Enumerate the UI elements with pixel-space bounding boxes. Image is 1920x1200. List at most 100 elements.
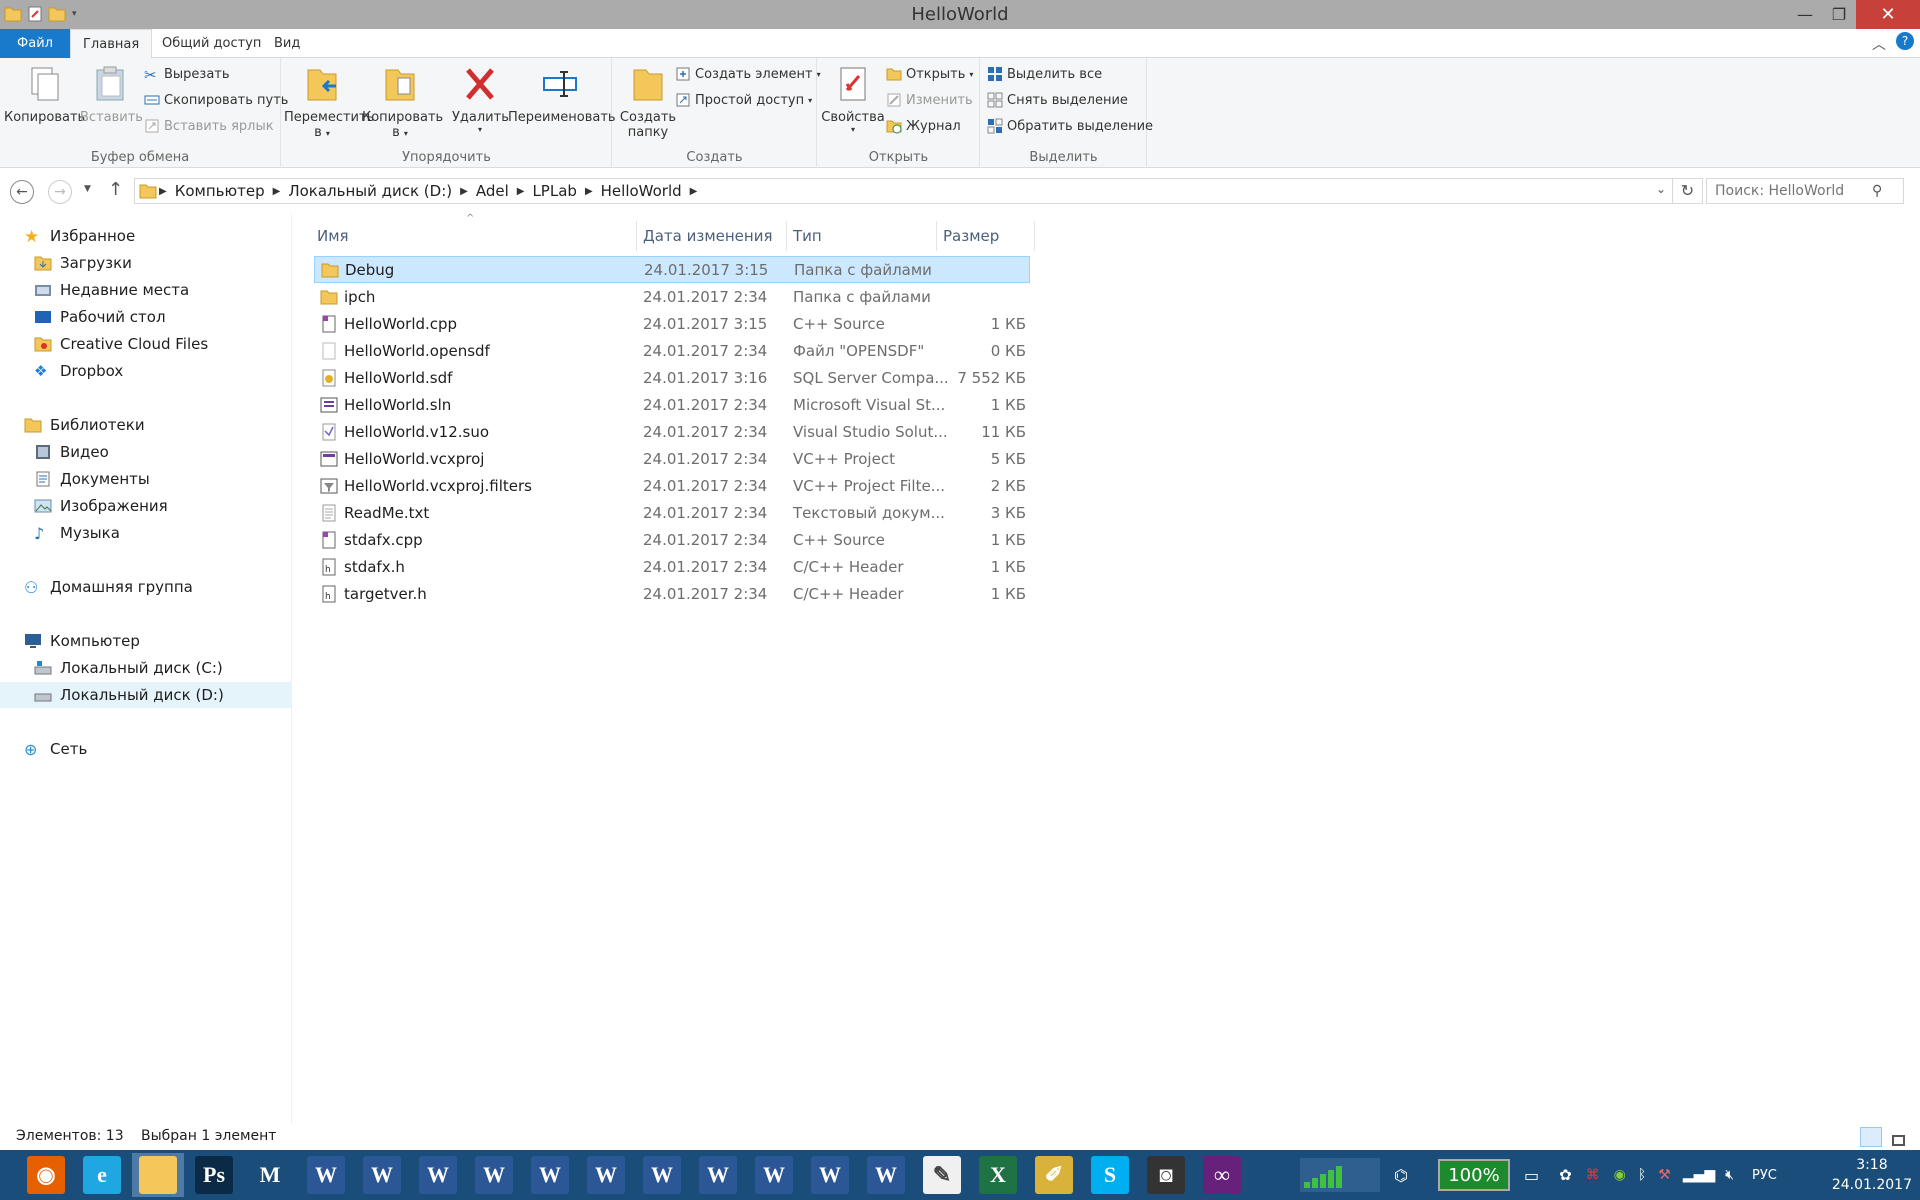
taskbar-app-button[interactable]: W — [804, 1153, 856, 1197]
file-row[interactable]: HelloWorld.cpp 24.01.2017 3:15 C++ Source 1… — [314, 310, 1030, 337]
search-input[interactable] — [1707, 183, 1872, 199]
breadcrumb-separator-icon[interactable]: ▶ — [271, 186, 283, 197]
nav-music[interactable]: ♪ Музыка — [0, 520, 292, 546]
breadcrumb-separator-icon[interactable]: ▶ — [583, 186, 595, 197]
nav-favorites[interactable]: ★ Избранное — [0, 223, 292, 249]
taskbar-app-button[interactable]: e — [76, 1153, 128, 1197]
taskbar-app-button[interactable]: Ps — [188, 1153, 240, 1197]
column-header-size[interactable]: Размер — [943, 219, 1023, 253]
back-button[interactable]: ← — [10, 180, 34, 204]
cut-button[interactable]: ✂ Вырезать — [144, 62, 230, 86]
taskbar-app-button[interactable]: W — [356, 1153, 408, 1197]
taskbar-app-button[interactable]: S — [1084, 1153, 1136, 1197]
invert-selection-button[interactable]: Обратить выделение — [987, 114, 1153, 138]
nav-dropbox[interactable]: ❖ Dropbox — [0, 358, 292, 384]
nav-creative-cloud[interactable]: Creative Cloud Files — [0, 331, 292, 357]
tab-view[interactable]: Вид — [262, 29, 312, 58]
forward-button[interactable]: → — [48, 180, 72, 204]
network-activity-icon[interactable] — [1300, 1158, 1380, 1192]
paste-button[interactable]: Вставить — [80, 60, 143, 125]
tray-app-icon[interactable]: ✿ — [1559, 1166, 1572, 1184]
file-row[interactable]: HelloWorld.vcxproj 24.01.2017 2:34 VC++ Pr… — [314, 445, 1030, 472]
file-row[interactable]: stdafx.cpp 24.01.2017 2:34 C++ Source 1 КБ — [314, 526, 1030, 553]
address-bar[interactable]: ▶ Компьютер ▶ Локальный диск (D:) ▶ Adel… — [134, 178, 1703, 204]
file-row[interactable]: ipch 24.01.2017 2:34 Папка с файлами — [314, 283, 1030, 310]
open-button[interactable]: Открыть ▾ — [886, 62, 973, 86]
signal-icon[interactable]: ▂▄▆ — [1683, 1167, 1715, 1183]
nav-videos[interactable]: Видео — [0, 439, 292, 465]
column-header-date[interactable]: Дата изменения — [643, 219, 783, 253]
wifi-icon[interactable]: ⌬ — [1394, 1166, 1408, 1185]
copy-button[interactable]: Копировать — [4, 60, 85, 125]
maximize-button[interactable]: ❐ — [1822, 0, 1856, 29]
history-button[interactable]: Журнал — [886, 114, 961, 138]
taskbar-app-button[interactable]: W — [636, 1153, 688, 1197]
refresh-button[interactable]: ↻ — [1672, 179, 1702, 203]
copy-to-button[interactable]: Копировать в ▾ — [362, 60, 443, 140]
nav-network[interactable]: ⊕ Сеть — [0, 736, 292, 762]
minimize-button[interactable]: — — [1788, 0, 1822, 29]
clock[interactable]: 3:18 24.01.2017 — [1832, 1155, 1912, 1195]
details-view-button[interactable] — [1860, 1127, 1882, 1147]
nav-downloads[interactable]: Загрузки — [0, 250, 292, 276]
nav-drive-c[interactable]: Локальный диск (C:) — [0, 655, 292, 681]
taskbar-app-button[interactable]: W — [300, 1153, 352, 1197]
new-folder-button[interactable]: Создать папку — [617, 60, 679, 140]
breadcrumb-separator-icon[interactable]: ▶ — [157, 186, 169, 197]
taskbar-app-button[interactable]: W — [412, 1153, 464, 1197]
battery-indicator[interactable]: 100% — [1437, 1159, 1510, 1191]
taskbar-app-button[interactable]: ∞ — [1196, 1153, 1248, 1197]
bluetooth-icon[interactable]: ᛒ — [1638, 1167, 1646, 1183]
taskbar-app-button[interactable] — [132, 1153, 184, 1197]
acrobat-icon[interactable]: ⌘ — [1586, 1167, 1600, 1183]
file-row[interactable]: ReadMe.txt 24.01.2017 2:34 Текстовый докум… — [314, 499, 1030, 526]
taskbar-app-button[interactable]: W — [524, 1153, 576, 1197]
breadcrumb-lplab[interactable]: LPLab — [526, 182, 582, 200]
nav-recent-places[interactable]: Недавние места — [0, 277, 292, 303]
recent-locations-chevron-icon[interactable]: ▼ — [84, 184, 91, 194]
breadcrumb-separator-icon[interactable]: ▶ — [458, 186, 470, 197]
nav-drive-d[interactable]: Локальный диск (D:) — [0, 682, 292, 708]
file-row[interactable]: HelloWorld.opensdf 24.01.2017 2:34 Файл "O… — [314, 337, 1030, 364]
nav-documents[interactable]: Документы — [0, 466, 292, 492]
rename-button[interactable]: Переименовать — [508, 60, 616, 125]
collapse-ribbon-chevron-icon[interactable]: ︿ — [1872, 34, 1886, 54]
tray-tools-icon[interactable]: ⚒ — [1658, 1167, 1671, 1183]
search-box[interactable]: ⚲ — [1706, 178, 1904, 204]
nav-libraries[interactable]: Библиотеки — [0, 412, 292, 438]
tab-file[interactable]: Файл — [0, 29, 70, 58]
nav-pictures[interactable]: Изображения — [0, 493, 292, 519]
copy-path-button[interactable]: Скопировать путь — [144, 88, 288, 112]
language-indicator[interactable]: РУС — [1752, 1168, 1777, 1183]
taskbar-app-button[interactable]: ✎ — [916, 1153, 968, 1197]
file-row[interactable]: HelloWorld.sln 24.01.2017 2:34 Microsoft V… — [314, 391, 1030, 418]
file-row[interactable]: HelloWorld.sdf 24.01.2017 3:16 SQL Server … — [314, 364, 1030, 391]
move-to-button[interactable]: Переместить в ▾ — [284, 60, 374, 140]
taskbar-app-button[interactable]: M — [244, 1153, 296, 1197]
paste-shortcut-button[interactable]: Вставить ярлык — [144, 114, 274, 138]
new-item-button[interactable]: Создать элемент ▾ — [675, 62, 821, 86]
taskbar-app-button[interactable]: W — [692, 1153, 744, 1197]
taskbar-app-button[interactable]: W — [580, 1153, 632, 1197]
nav-desktop[interactable]: Рабочий стол — [0, 304, 292, 330]
properties-button[interactable]: Свойства ▾ — [820, 60, 886, 134]
edit-button[interactable]: Изменить — [886, 88, 973, 112]
breadcrumb-helloworld[interactable]: HelloWorld — [595, 182, 688, 200]
update-icon[interactable]: ◉ — [1614, 1167, 1626, 1183]
nav-homegroup[interactable]: ⚇ Домашняя группа — [0, 574, 292, 600]
tab-home[interactable]: Главная — [70, 29, 153, 59]
breadcrumb-separator-icon[interactable]: ▶ — [515, 186, 527, 197]
tab-share[interactable]: Общий доступ — [150, 29, 273, 58]
delete-button[interactable]: Удалить ▾ — [452, 60, 509, 134]
taskbar-app-button[interactable]: ◉ — [20, 1153, 72, 1197]
select-all-button[interactable]: Выделить все — [987, 62, 1102, 86]
help-icon[interactable]: ? — [1896, 32, 1914, 50]
address-dropdown-chevron-icon[interactable]: ⌄ — [1656, 182, 1666, 196]
up-button[interactable]: ↑ — [108, 179, 123, 200]
volume-muted-icon[interactable]: 🔇︎ — [1725, 1167, 1734, 1183]
breadcrumb-computer[interactable]: Компьютер — [169, 182, 271, 200]
nav-computer[interactable]: Компьютер — [0, 628, 292, 654]
taskbar-app-button[interactable]: W — [748, 1153, 800, 1197]
file-row[interactable]: HelloWorld.v12.suo 24.01.2017 2:34 Visual … — [314, 418, 1030, 445]
file-row[interactable]: Debug 24.01.2017 3:15 Папка с файлами — [314, 256, 1030, 283]
